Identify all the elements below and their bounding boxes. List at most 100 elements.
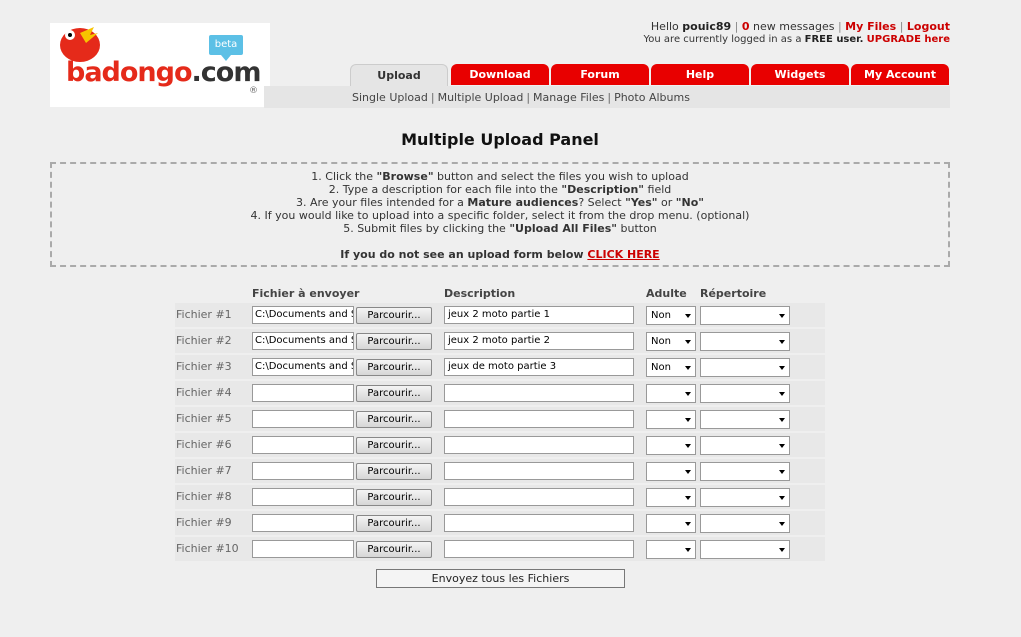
adult-select-value: Non: [651, 362, 671, 373]
site-logo[interactable]: badongo.com beta ®: [50, 23, 270, 107]
dropdown-arrow-icon: [779, 522, 785, 526]
header-adult: Adulte: [646, 287, 687, 300]
adult-select[interactable]: [646, 488, 696, 507]
instruction-step-5: 5. Submit files by clicking the "Upload …: [343, 222, 657, 235]
adult-select[interactable]: [646, 540, 696, 559]
description-input[interactable]: [444, 436, 634, 454]
folder-select[interactable]: [700, 358, 790, 377]
single-upload-link[interactable]: Single Upload: [352, 91, 428, 104]
tab-forum[interactable]: Forum: [551, 64, 649, 85]
tab-upload[interactable]: Upload: [350, 64, 448, 86]
my-files-link[interactable]: My Files: [845, 20, 896, 33]
instruction-step-2: 2. Type a description for each file into…: [328, 183, 672, 196]
browse-button[interactable]: Parcourir...: [356, 541, 432, 558]
header-folder: Répertoire: [700, 287, 767, 300]
messages-label[interactable]: new messages: [753, 20, 834, 33]
dropdown-arrow-icon: [779, 496, 785, 500]
file-path-input[interactable]: [252, 410, 354, 428]
adult-select[interactable]: [646, 384, 696, 403]
description-input[interactable]: [444, 540, 634, 558]
photo-albums-link[interactable]: Photo Albums: [614, 91, 690, 104]
description-input[interactable]: jeux 2 moto partie 1: [444, 306, 634, 324]
file-path-input[interactable]: [252, 384, 354, 402]
user-bar: Hello pouic89 | 0 new messages | My File…: [643, 20, 950, 45]
upgrade-link[interactable]: UPGRADE here: [867, 34, 950, 45]
description-input[interactable]: [444, 488, 634, 506]
file-path-input[interactable]: C:\Documents and S: [252, 306, 354, 324]
description-input[interactable]: jeux de moto partie 3: [444, 358, 634, 376]
table-row: Fichier #5 Parcourir...: [175, 407, 825, 431]
file-row-label: Fichier #9: [176, 516, 232, 529]
browse-button[interactable]: Parcourir...: [356, 385, 432, 402]
upload-form-notice: If you do not see an upload form below C…: [340, 248, 660, 261]
adult-select[interactable]: Non: [646, 306, 696, 325]
logout-link[interactable]: Logout: [907, 20, 950, 33]
table-row: Fichier #1 C:\Documents and S Parcourir...…: [175, 303, 825, 327]
file-path-input[interactable]: [252, 462, 354, 480]
description-input[interactable]: [444, 462, 634, 480]
hello-text: Hello: [650, 20, 679, 33]
folder-select[interactable]: [700, 488, 790, 507]
dropdown-arrow-icon: [685, 418, 691, 422]
sub-navigation: Single Upload | Multiple Upload | Manage Fil…: [264, 86, 950, 108]
browse-button[interactable]: Parcourir...: [356, 463, 432, 480]
dropdown-arrow-icon: [685, 366, 691, 370]
tab-my-account[interactable]: My Account: [851, 64, 949, 85]
browse-button[interactable]: Parcourir...: [356, 333, 432, 350]
folder-select[interactable]: [700, 514, 790, 533]
tab-widgets[interactable]: Widgets: [751, 64, 849, 85]
tab-help[interactable]: Help: [651, 64, 749, 85]
file-path-input[interactable]: [252, 540, 354, 558]
adult-select[interactable]: [646, 462, 696, 481]
description-input[interactable]: jeux 2 moto partie 2: [444, 332, 634, 350]
dropdown-arrow-icon: [779, 392, 785, 396]
browse-button[interactable]: Parcourir...: [356, 359, 432, 376]
table-row: Fichier #8 Parcourir...: [175, 485, 825, 509]
browse-button[interactable]: Parcourir...: [356, 515, 432, 532]
description-input[interactable]: [444, 384, 634, 402]
multiple-upload-link[interactable]: Multiple Upload: [438, 91, 524, 104]
adult-select[interactable]: [646, 514, 696, 533]
description-input[interactable]: [444, 410, 634, 428]
click-here-link[interactable]: CLICK HERE: [587, 248, 659, 261]
dropdown-arrow-icon: [779, 314, 785, 318]
file-row-label: Fichier #5: [176, 412, 232, 425]
adult-select[interactable]: Non: [646, 332, 696, 351]
browse-button[interactable]: Parcourir...: [356, 489, 432, 506]
folder-select[interactable]: [700, 462, 790, 481]
file-path-input[interactable]: C:\Documents and S: [252, 358, 354, 376]
browse-button[interactable]: Parcourir...: [356, 437, 432, 454]
file-row-label: Fichier #3: [176, 360, 232, 373]
folder-select[interactable]: [700, 306, 790, 325]
dropdown-arrow-icon: [685, 522, 691, 526]
adult-select[interactable]: [646, 410, 696, 429]
adult-select[interactable]: [646, 436, 696, 455]
message-count[interactable]: 0: [742, 20, 750, 33]
browse-button[interactable]: Parcourir...: [356, 307, 432, 324]
folder-select[interactable]: [700, 436, 790, 455]
adult-select[interactable]: Non: [646, 358, 696, 377]
instruction-step-4: 4. If you would like to upload into a sp…: [250, 209, 750, 222]
description-input[interactable]: [444, 514, 634, 532]
file-row-label: Fichier #8: [176, 490, 232, 503]
dropdown-arrow-icon: [779, 418, 785, 422]
folder-select[interactable]: [700, 410, 790, 429]
upload-all-button[interactable]: Envoyez tous les Fichiers: [376, 569, 625, 588]
folder-select[interactable]: [700, 384, 790, 403]
page-title: Multiple Upload Panel: [401, 130, 599, 149]
tab-download[interactable]: Download: [451, 64, 549, 85]
file-path-input[interactable]: [252, 436, 354, 454]
logo-text: badongo.com: [66, 57, 261, 88]
dropdown-arrow-icon: [685, 392, 691, 396]
dropdown-arrow-icon: [779, 340, 785, 344]
browse-button[interactable]: Parcourir...: [356, 411, 432, 428]
table-row: Fichier #2 C:\Documents and S Parcourir...…: [175, 329, 825, 353]
folder-select[interactable]: [700, 540, 790, 559]
file-path-input[interactable]: [252, 514, 354, 532]
file-path-input[interactable]: [252, 488, 354, 506]
manage-files-link[interactable]: Manage Files: [533, 91, 604, 104]
folder-select[interactable]: [700, 332, 790, 351]
file-path-input[interactable]: C:\Documents and S: [252, 332, 354, 350]
dropdown-arrow-icon: [779, 366, 785, 370]
dropdown-arrow-icon: [779, 470, 785, 474]
